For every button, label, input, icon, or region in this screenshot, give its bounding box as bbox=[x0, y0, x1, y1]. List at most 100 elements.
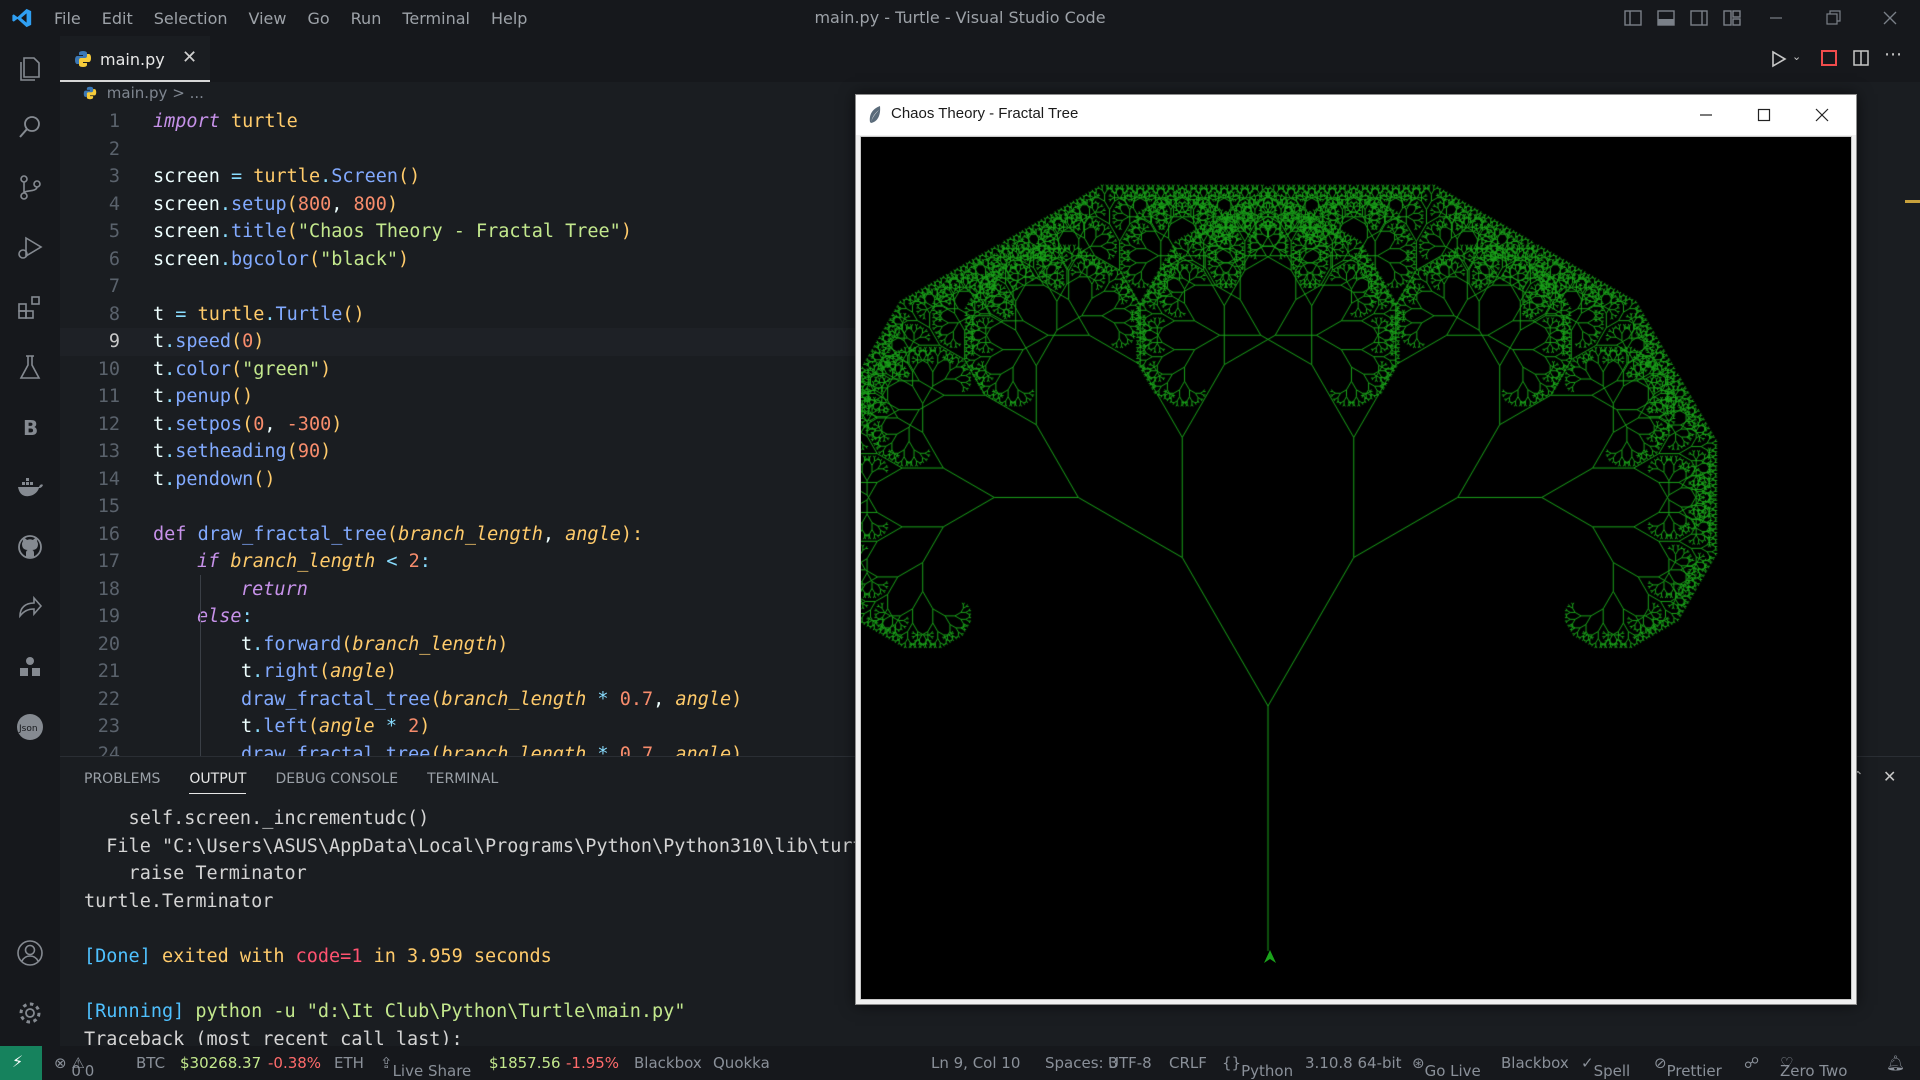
toggle-secondary-sidebar-icon[interactable] bbox=[1689, 8, 1709, 28]
search-icon[interactable] bbox=[15, 112, 45, 142]
language-mode[interactable]: {} Python bbox=[1222, 1054, 1293, 1080]
code-line: 4 screen.setup(800, 800) bbox=[108, 193, 399, 215]
output-line: Traceback (most recent call last): bbox=[84, 1028, 463, 1045]
notifications-bell-icon[interactable]: 🔔︎ bbox=[1886, 1054, 1905, 1072]
code-line: 20 t.forward(branch_length) bbox=[97, 633, 509, 655]
theme-status[interactable]: Zero Two ♡ bbox=[1780, 1054, 1847, 1080]
remote-icon: ⚡ bbox=[12, 1052, 24, 1071]
feather-icon bbox=[869, 106, 881, 123]
code-line: 6 screen.bgcolor("black") bbox=[108, 248, 410, 270]
python-file-icon bbox=[75, 51, 91, 67]
eth-price: $1857.56 bbox=[489, 1054, 561, 1072]
menu-selection[interactable]: Selection bbox=[154, 9, 228, 28]
indentation-status[interactable]: Spaces: 3 bbox=[1045, 1054, 1118, 1072]
toggle-panel-icon[interactable] bbox=[1656, 8, 1676, 28]
blackbox-status[interactable]: Blackbox bbox=[634, 1054, 702, 1072]
code-line: 19 else: bbox=[97, 606, 253, 627]
output-line: self.screen._incrementudc() bbox=[84, 808, 430, 829]
testing-icon[interactable] bbox=[15, 352, 45, 382]
menu-terminal[interactable]: Terminal bbox=[402, 9, 470, 28]
accounts-tools-icon[interactable] bbox=[15, 652, 45, 682]
encoding-status[interactable]: UTF-8 bbox=[1108, 1054, 1152, 1072]
code-line: 15 bbox=[97, 496, 120, 517]
menu-edit[interactable]: Edit bbox=[102, 9, 133, 28]
close-icon[interactable] bbox=[1814, 107, 1830, 123]
code-line: 8t = turtle.Turtle() bbox=[108, 303, 365, 325]
turtle-window-titlebar[interactable]: Chaos Theory - Fractal Tree bbox=[856, 95, 1856, 135]
source-control-icon[interactable] bbox=[15, 172, 45, 202]
settings-gear-icon[interactable] bbox=[15, 998, 45, 1028]
github-icon[interactable] bbox=[15, 532, 45, 562]
code-line: 5 screen.title("Chaos Theory - Fractal Tr… bbox=[108, 221, 632, 242]
python-interpreter[interactable]: 3.10.8 64-bit bbox=[1305, 1054, 1402, 1072]
output-line-running: [Running] python -u "d:\It Club\Python\T… bbox=[84, 1001, 686, 1023]
cursor-position[interactable]: Ln 9, Col 10 bbox=[931, 1054, 1020, 1072]
close-panel-icon[interactable]: ✕ bbox=[1883, 767, 1896, 786]
breadcrumb-more[interactable]: ... bbox=[190, 84, 204, 102]
code-line: 2 bbox=[108, 138, 120, 160]
customize-layout-icon[interactable] bbox=[1722, 8, 1742, 28]
eth-change: -1.95% bbox=[566, 1054, 620, 1072]
active-tab-indicator bbox=[60, 80, 210, 82]
explorer-icon[interactable] bbox=[15, 52, 45, 82]
stop-code-run-icon[interactable] bbox=[1820, 49, 1838, 67]
minimize-icon[interactable] bbox=[1766, 8, 1786, 28]
run-debug-icon[interactable] bbox=[15, 232, 45, 262]
close-window-icon[interactable] bbox=[1880, 8, 1900, 28]
feedback-icon[interactable]: ☍ bbox=[1744, 1054, 1759, 1072]
problems-status[interactable]: ⊗ 0 ⚠ 0 bbox=[54, 1054, 94, 1080]
tab-output[interactable]: OUTPUT bbox=[189, 771, 247, 794]
code-line: 14 t.pendown() bbox=[97, 468, 276, 490]
go-live-button[interactable]: ⊛ Go Live bbox=[1412, 1054, 1481, 1080]
code-line-current: 9 t.speed(0) bbox=[60, 328, 860, 356]
eol-status[interactable]: CRLF bbox=[1169, 1054, 1207, 1072]
output-console[interactable]: self.screen._incrementudc() File "C:\Use… bbox=[84, 805, 914, 1045]
run-dropdown-chevron-icon[interactable]: ⌄ bbox=[1792, 50, 1801, 63]
code-line: 22 draw_fractal_tree(branch_length * 0.7,… bbox=[97, 688, 743, 710]
tab-main-py[interactable]: main.py ✕ bbox=[60, 36, 210, 82]
restore-icon[interactable] bbox=[1823, 8, 1843, 28]
code-line: 24 draw_fractal_tree(branch_length * 0.7,… bbox=[97, 743, 743, 757]
live-share-icon[interactable] bbox=[15, 592, 45, 622]
output-line: File "C:\Users\ASUS\AppData\Local\Progra… bbox=[84, 835, 914, 857]
turtle-graphics-window[interactable]: Chaos Theory - Fractal Tree bbox=[855, 94, 1857, 1005]
tab-terminal[interactable]: TERMINAL bbox=[427, 771, 498, 794]
json-icon[interactable]: Json bbox=[15, 712, 45, 742]
output-line: raise Terminator bbox=[84, 863, 307, 885]
breadcrumb-file[interactable]: main.py bbox=[107, 84, 168, 102]
close-tab-icon[interactable]: ✕ bbox=[182, 47, 197, 68]
editor-tab-bar: main.py ✕ ⌄ ⋯ bbox=[60, 36, 1920, 82]
activity-bar: B Json bbox=[0, 36, 60, 1046]
extensions-icon[interactable] bbox=[15, 292, 45, 322]
code-line: 23 t.left(angle * 2) bbox=[97, 716, 431, 737]
quokka-status[interactable]: Quokka bbox=[713, 1054, 770, 1072]
spell-status[interactable]: ✓ Spell bbox=[1581, 1054, 1630, 1080]
menu-view[interactable]: View bbox=[249, 9, 287, 28]
blackbox-icon[interactable]: B bbox=[15, 412, 45, 442]
eth-label: ETH bbox=[334, 1054, 364, 1072]
tab-label: main.py bbox=[100, 50, 165, 69]
tab-problems[interactable]: PROBLEMS bbox=[84, 771, 160, 794]
blackbox-status-2[interactable]: Blackbox bbox=[1501, 1054, 1569, 1072]
tab-debug-console[interactable]: DEBUG CONSOLE bbox=[275, 771, 398, 794]
docker-icon[interactable] bbox=[15, 472, 45, 502]
maximize-icon[interactable] bbox=[1756, 107, 1772, 123]
more-actions-icon[interactable]: ⋯ bbox=[1884, 44, 1902, 65]
turtle-canvas[interactable] bbox=[860, 136, 1852, 1000]
minimize-icon[interactable] bbox=[1698, 107, 1714, 123]
live-share-status[interactable]: ⇪ Live Share bbox=[380, 1054, 471, 1080]
menu-file[interactable]: File bbox=[54, 9, 81, 28]
svg-text:Json: Json bbox=[18, 724, 38, 734]
prettier-status[interactable]: ⊘ Prettier bbox=[1654, 1054, 1722, 1080]
run-file-icon[interactable] bbox=[1770, 49, 1788, 69]
toggle-primary-sidebar-icon[interactable] bbox=[1623, 8, 1643, 28]
menu-run[interactable]: Run bbox=[351, 9, 382, 28]
split-editor-icon[interactable] bbox=[1852, 49, 1870, 67]
code-line: 11 t.penup() bbox=[97, 386, 254, 407]
menu-go[interactable]: Go bbox=[307, 9, 329, 28]
breadcrumb-separator: > bbox=[172, 84, 185, 102]
remote-indicator[interactable]: ⚡ bbox=[0, 1046, 42, 1080]
account-icon[interactable] bbox=[15, 938, 45, 968]
menu-help[interactable]: Help bbox=[491, 9, 527, 28]
code-editor[interactable]: 1 import turtle 2 3 screen = turtle.Screen… bbox=[60, 108, 860, 756]
